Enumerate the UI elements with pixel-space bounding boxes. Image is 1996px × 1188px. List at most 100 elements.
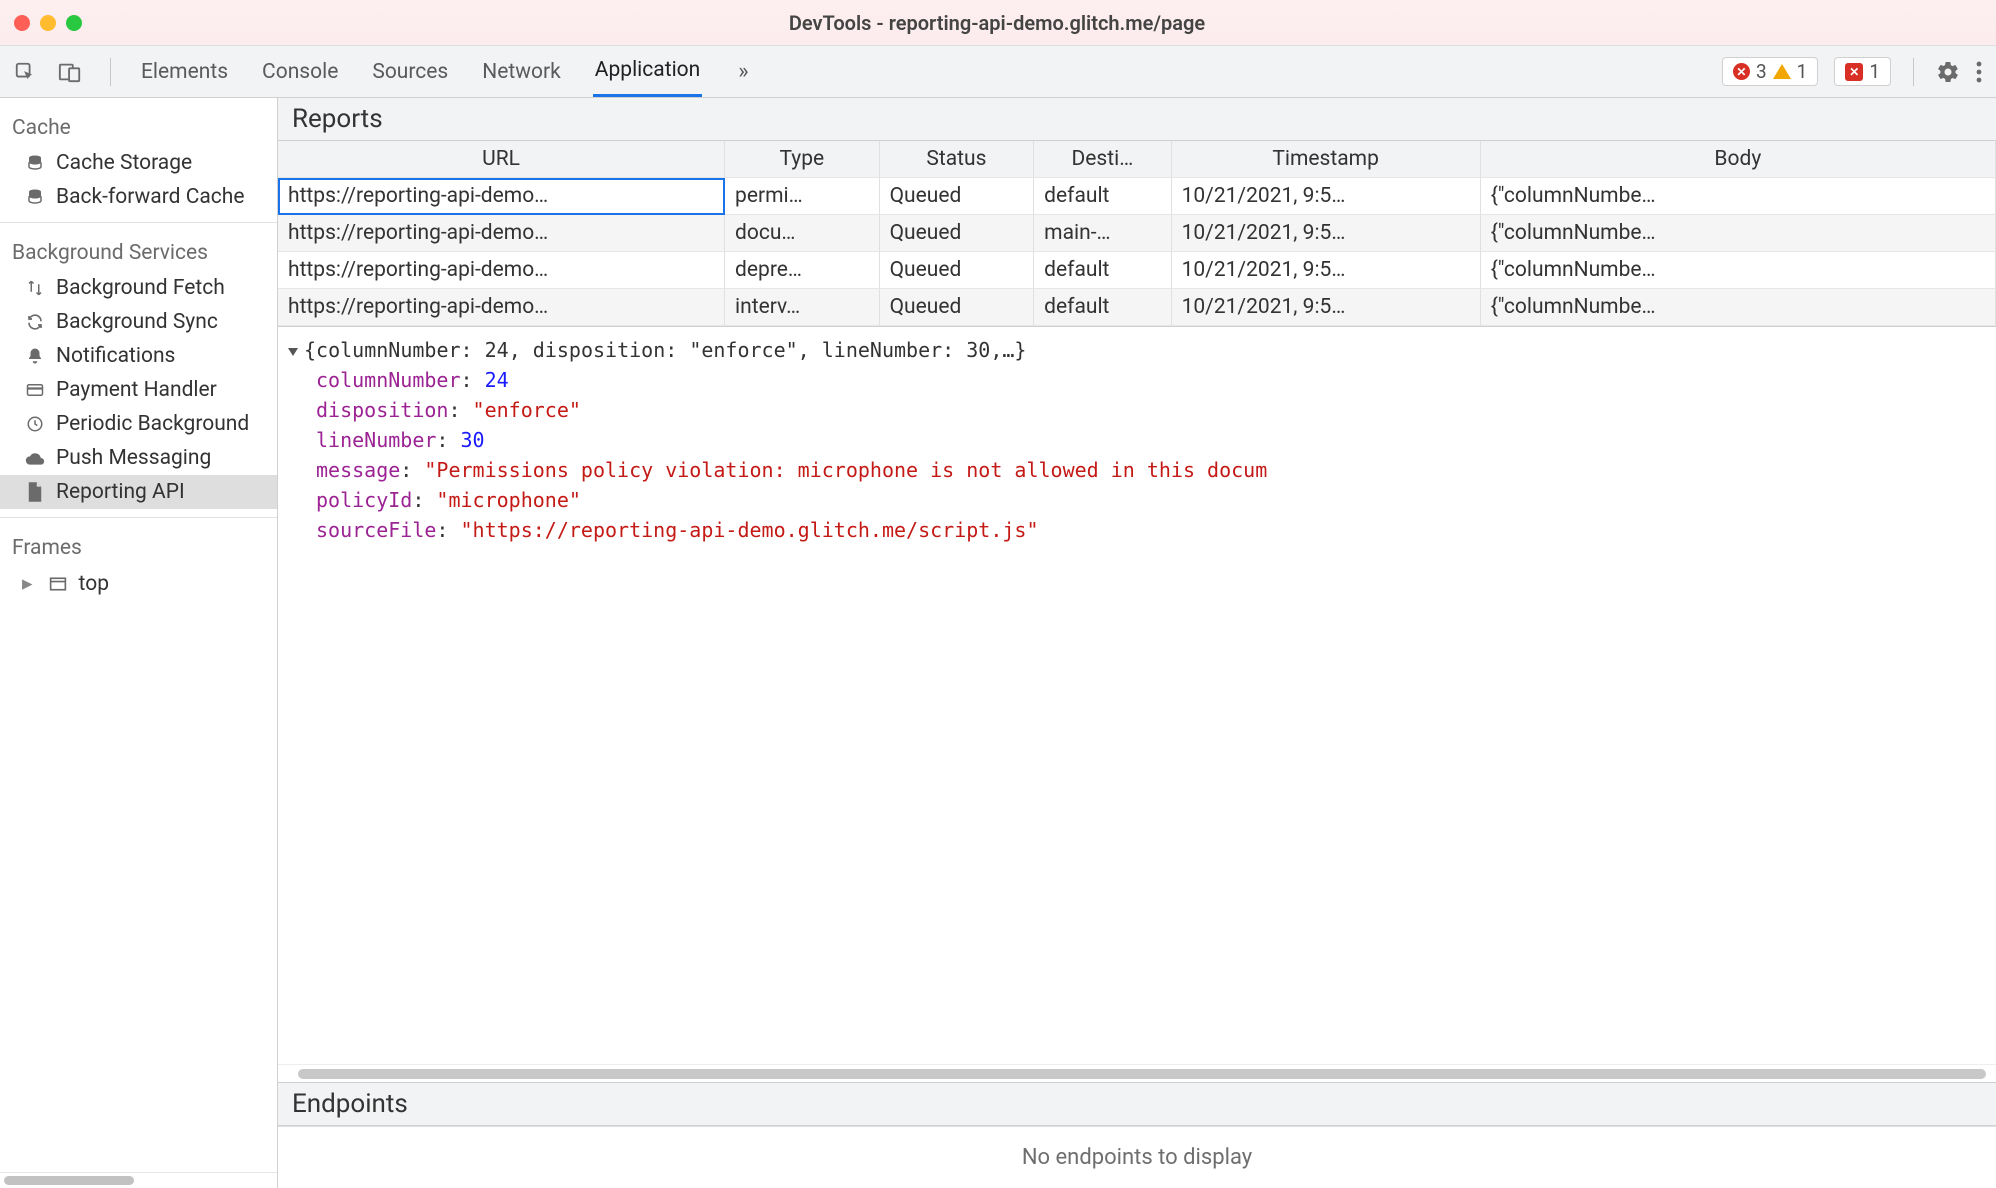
col-type[interactable]: Type <box>725 141 880 178</box>
window-titlebar: DevTools - reporting-api-demo.glitch.me/… <box>0 0 1996 46</box>
report-detail-pane: {columnNumber: 24, disposition: "enforce… <box>278 326 1996 1064</box>
tab-elements[interactable]: Elements <box>139 48 230 96</box>
reports-heading: Reports <box>278 98 1996 141</box>
detail-horizontal-scrollbar[interactable] <box>278 1064 1996 1082</box>
cell-type: docu… <box>725 215 880 252</box>
sidebar-item-cache-storage[interactable]: Cache Storage <box>0 146 277 180</box>
cell-url: https://reporting-api-demo… <box>278 215 725 252</box>
tab-sources[interactable]: Sources <box>370 48 450 96</box>
sidebar-item-label: Background Sync <box>56 310 218 334</box>
more-options-button[interactable] <box>1976 61 1982 83</box>
reporting-api-panel: Reports URL Type Status Desti… Timestamp… <box>278 98 1996 1188</box>
sidebar-item-push-messaging[interactable]: Push Messaging <box>0 441 277 475</box>
database-icon <box>24 188 46 206</box>
card-icon <box>24 382 46 398</box>
col-timestamp[interactable]: Timestamp <box>1171 141 1480 178</box>
sidebar-item-label: Background Fetch <box>56 276 225 300</box>
cell-status: Queued <box>879 252 1034 289</box>
cell-body: {"columnNumbe… <box>1480 252 1995 289</box>
bell-icon <box>24 347 46 365</box>
cell-dest: main-… <box>1034 215 1171 252</box>
toolbar-divider <box>110 58 111 86</box>
device-toolbar-icon[interactable] <box>58 61 82 83</box>
sidebar-item-label: Cache Storage <box>56 151 192 175</box>
cell-body: {"columnNumbe… <box>1480 178 1995 215</box>
endpoints-empty-message: No endpoints to display <box>278 1126 1996 1188</box>
tab-console[interactable]: Console <box>260 48 340 96</box>
cell-url: https://reporting-api-demo… <box>278 252 725 289</box>
sidebar-item-bg-sync[interactable]: Background Sync <box>0 305 277 339</box>
devtools-toolbar: Elements Console Sources Network Applica… <box>0 46 1996 98</box>
reports-table: URL Type Status Desti… Timestamp Body ht… <box>278 141 1996 326</box>
collapse-toggle-icon[interactable] <box>288 348 298 356</box>
cell-body: {"columnNumbe… <box>1480 215 1995 252</box>
sidebar-item-label: Periodic Background <box>56 412 249 436</box>
error-count: 3 <box>1756 60 1767 83</box>
sidebar-item-label: Back-forward Cache <box>56 185 244 209</box>
endpoints-heading: Endpoints <box>278 1082 1996 1126</box>
cell-status: Queued <box>879 215 1034 252</box>
sidebar-item-label: Push Messaging <box>56 446 211 470</box>
database-icon <box>24 154 46 172</box>
cell-ts: 10/21/2021, 9:5… <box>1171 215 1480 252</box>
scrollbar-thumb[interactable] <box>4 1176 134 1185</box>
col-body[interactable]: Body <box>1480 141 1995 178</box>
warning-count: 1 <box>1797 60 1808 83</box>
cell-ts: 10/21/2021, 9:5… <box>1171 178 1480 215</box>
sidebar-horizontal-scrollbar[interactable] <box>0 1172 277 1188</box>
table-row[interactable]: https://reporting-api-demo…depre…Queuedd… <box>278 252 1996 289</box>
sync-icon <box>24 313 46 331</box>
more-tabs-button[interactable]: » <box>732 59 754 84</box>
cell-dest: default <box>1034 252 1171 289</box>
sidebar-item-reporting-api[interactable]: Reporting API <box>0 475 277 509</box>
detail-summary-line[interactable]: {columnNumber: 24, disposition: "enforce… <box>288 335 1982 365</box>
issues-badge[interactable]: ✕ 1 <box>1834 57 1891 86</box>
issues-count: 1 <box>1869 60 1880 83</box>
settings-button[interactable] <box>1936 60 1960 84</box>
sidebar-item-bfcache[interactable]: Back-forward Cache <box>0 180 277 214</box>
sidebar-item-label: Payment Handler <box>56 378 217 402</box>
cell-status: Queued <box>879 178 1034 215</box>
expand-icon[interactable]: ▸ <box>22 571 33 596</box>
col-url[interactable]: URL <box>278 141 725 178</box>
panel-tabs: Elements Console Sources Network Applica… <box>139 46 755 97</box>
sidebar-item-frame-top[interactable]: ▸ top <box>0 566 277 601</box>
sidebar-item-label: Reporting API <box>56 480 185 504</box>
sidebar-item-periodic-bg[interactable]: Periodic Background <box>0 407 277 441</box>
arrows-updown-icon <box>24 279 46 297</box>
sidebar-heading-cache: Cache <box>0 106 277 146</box>
sidebar-item-bg-fetch[interactable]: Background Fetch <box>0 271 277 305</box>
table-row[interactable]: https://reporting-api-demo…docu…Queuedma… <box>278 215 1996 252</box>
cell-url: https://reporting-api-demo… <box>278 178 725 215</box>
table-row[interactable]: https://reporting-api-demo…permi…Queuedd… <box>278 178 1996 215</box>
col-destination[interactable]: Desti… <box>1034 141 1171 178</box>
sidebar-item-notifications[interactable]: Notifications <box>0 339 277 373</box>
cell-dest: default <box>1034 289 1171 326</box>
scrollbar-thumb[interactable] <box>298 1069 1986 1079</box>
col-status[interactable]: Status <box>879 141 1034 178</box>
toolbar-divider <box>1913 58 1914 86</box>
application-sidebar: Cache Cache Storage Back-forward Cache B… <box>0 98 278 1188</box>
sidebar-heading-bg-services: Background Services <box>0 231 277 271</box>
cell-body: {"columnNumbe… <box>1480 289 1995 326</box>
file-icon <box>24 482 46 502</box>
tab-application[interactable]: Application <box>593 46 702 97</box>
cell-dest: default <box>1034 178 1171 215</box>
cell-url: https://reporting-api-demo… <box>278 289 725 326</box>
issues-icon: ✕ <box>1845 63 1863 81</box>
table-header-row: URL Type Status Desti… Timestamp Body <box>278 141 1996 178</box>
tab-network[interactable]: Network <box>480 48 563 96</box>
clock-icon <box>24 415 46 433</box>
cell-type: interv… <box>725 289 880 326</box>
table-row[interactable]: https://reporting-api-demo…interv…Queued… <box>278 289 1996 326</box>
cell-type: depre… <box>725 252 880 289</box>
sidebar-item-payment-handler[interactable]: Payment Handler <box>0 373 277 407</box>
console-status-badge[interactable]: ✕ 3 1 <box>1722 57 1818 86</box>
warning-icon <box>1773 64 1791 79</box>
cell-ts: 10/21/2021, 9:5… <box>1171 252 1480 289</box>
cell-status: Queued <box>879 289 1034 326</box>
sidebar-item-label: top <box>79 572 109 596</box>
sidebar-item-label: Notifications <box>56 344 175 368</box>
inspect-element-icon[interactable] <box>14 61 36 83</box>
cloud-icon <box>24 450 46 466</box>
